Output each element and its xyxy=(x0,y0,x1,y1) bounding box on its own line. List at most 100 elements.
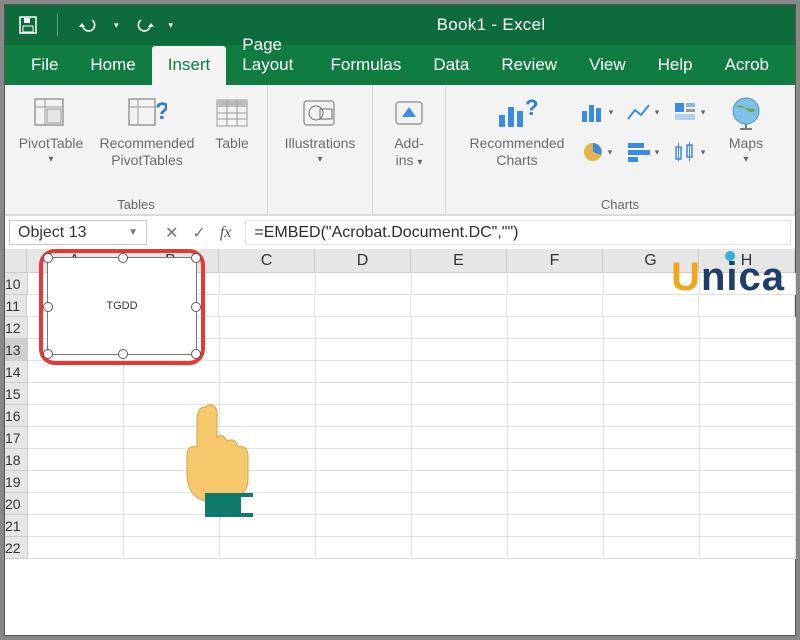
resize-handle[interactable] xyxy=(43,253,53,263)
cell[interactable] xyxy=(316,361,412,383)
cell[interactable] xyxy=(124,361,220,383)
cell[interactable] xyxy=(28,383,124,405)
cell[interactable] xyxy=(220,383,316,405)
cell[interactable] xyxy=(28,427,124,449)
cell[interactable] xyxy=(124,493,220,515)
row-header[interactable]: 18 xyxy=(5,449,28,471)
cell[interactable] xyxy=(28,493,124,515)
resize-handle[interactable] xyxy=(118,253,128,263)
row-header[interactable]: 16 xyxy=(5,405,28,427)
recommended-pivottables-button[interactable]: ? Recommended PivotTables xyxy=(97,91,197,169)
tab-page-layout[interactable]: Page Layout xyxy=(226,26,314,85)
cell[interactable] xyxy=(508,427,604,449)
cancel-icon[interactable]: ✕ xyxy=(165,223,178,243)
cell[interactable] xyxy=(700,493,796,515)
cell[interactable] xyxy=(604,493,700,515)
cell[interactable] xyxy=(412,449,508,471)
redo-icon[interactable] xyxy=(133,17,155,33)
cell[interactable] xyxy=(220,317,316,339)
cell[interactable] xyxy=(412,339,508,361)
cell[interactable] xyxy=(508,317,604,339)
resize-handle[interactable] xyxy=(191,302,201,312)
cell[interactable] xyxy=(124,449,220,471)
undo-icon[interactable] xyxy=(78,17,100,33)
cell[interactable] xyxy=(412,537,508,559)
cell[interactable] xyxy=(700,405,796,427)
qat-customize-icon[interactable]: ▾ xyxy=(169,20,174,31)
cell[interactable] xyxy=(220,493,316,515)
resize-handle[interactable] xyxy=(191,349,201,359)
pivottable-button[interactable]: PivotTable ▾ xyxy=(15,91,87,165)
cell[interactable] xyxy=(124,515,220,537)
tab-acrobat[interactable]: Acrob xyxy=(709,46,785,85)
pie-chart-icon[interactable]: ▾ xyxy=(577,135,617,169)
cell[interactable] xyxy=(412,361,508,383)
cell[interactable] xyxy=(220,449,316,471)
fx-icon[interactable]: fx xyxy=(220,224,232,242)
cell[interactable] xyxy=(700,317,796,339)
row-header[interactable]: 12 xyxy=(5,317,28,339)
cell[interactable] xyxy=(412,515,508,537)
cell[interactable] xyxy=(700,339,796,361)
cell[interactable] xyxy=(700,383,796,405)
statistic-chart-icon[interactable]: ▾ xyxy=(669,135,709,169)
resize-handle[interactable] xyxy=(118,349,128,359)
illustrations-button[interactable]: Illustrations ▾ xyxy=(278,91,362,165)
cell[interactable] xyxy=(28,405,124,427)
cell[interactable] xyxy=(604,405,700,427)
cell[interactable] xyxy=(508,493,604,515)
cell[interactable] xyxy=(220,537,316,559)
column-chart-icon[interactable]: ▾ xyxy=(577,95,617,129)
cell[interactable] xyxy=(700,537,796,559)
cell[interactable] xyxy=(604,515,700,537)
cell[interactable] xyxy=(700,361,796,383)
cell[interactable] xyxy=(604,449,700,471)
addins-button[interactable]: Add- ins ▾ xyxy=(383,91,435,169)
cell[interactable] xyxy=(508,537,604,559)
chevron-down-icon[interactable]: ▼ xyxy=(128,227,138,238)
cell[interactable] xyxy=(316,339,412,361)
cell[interactable] xyxy=(700,515,796,537)
cell[interactable] xyxy=(700,427,796,449)
cell[interactable] xyxy=(28,471,124,493)
row-header[interactable]: 20 xyxy=(5,493,28,515)
line-chart-icon[interactable]: ▾ xyxy=(623,95,663,129)
tab-view[interactable]: View xyxy=(573,46,642,85)
maps-button[interactable]: Maps ▾ xyxy=(719,91,773,165)
row-header[interactable]: 22 xyxy=(5,537,28,559)
name-box[interactable]: Object 13 ▼ xyxy=(9,220,147,245)
cell[interactable] xyxy=(124,471,220,493)
resize-handle[interactable] xyxy=(191,253,201,263)
cell[interactable] xyxy=(124,537,220,559)
cell[interactable] xyxy=(411,295,507,317)
cell[interactable] xyxy=(28,361,124,383)
tab-review[interactable]: Review xyxy=(485,46,573,85)
hierarchy-chart-icon[interactable]: ▾ xyxy=(669,95,709,129)
row-header[interactable]: 11 xyxy=(5,295,27,317)
cell[interactable] xyxy=(604,537,700,559)
cell[interactable] xyxy=(508,515,604,537)
cell[interactable] xyxy=(316,405,412,427)
cell[interactable] xyxy=(316,471,412,493)
cell[interactable] xyxy=(508,273,604,295)
cell[interactable] xyxy=(412,273,508,295)
row-header[interactable]: 17 xyxy=(5,427,28,449)
formula-input[interactable]: =EMBED("Acrobat.Document.DC","") xyxy=(245,220,791,245)
cell[interactable] xyxy=(507,295,603,317)
cell[interactable] xyxy=(604,339,700,361)
bar-chart-icon[interactable]: ▾ xyxy=(623,135,663,169)
cell[interactable] xyxy=(28,537,124,559)
cell[interactable] xyxy=(508,339,604,361)
cell[interactable] xyxy=(220,273,316,295)
row-header[interactable]: 10 xyxy=(5,273,28,295)
cell[interactable] xyxy=(700,471,796,493)
cell[interactable] xyxy=(604,427,700,449)
cell[interactable] xyxy=(28,515,124,537)
cell[interactable] xyxy=(412,383,508,405)
cell[interactable] xyxy=(220,339,316,361)
cell[interactable] xyxy=(604,361,700,383)
cell[interactable] xyxy=(508,361,604,383)
enter-icon[interactable]: ✓ xyxy=(192,223,205,243)
col-header[interactable]: C xyxy=(219,249,315,273)
row-header[interactable]: 19 xyxy=(5,471,28,493)
